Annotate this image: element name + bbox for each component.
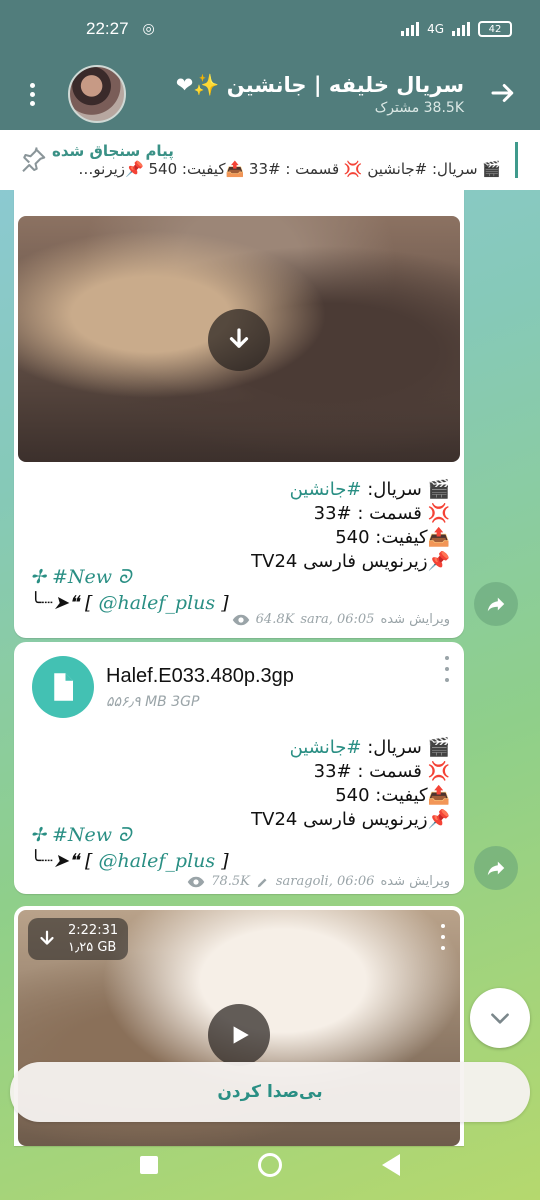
- download-icon[interactable]: [36, 928, 58, 950]
- author-time: sara, 06:05: [300, 612, 375, 627]
- message-meta: ویرایش شده sara, 06:05 64.8K: [232, 612, 450, 627]
- battery-icon: 42: [478, 21, 512, 37]
- file-icon[interactable]: [32, 656, 94, 718]
- message-meta: ویرایش شده saragoli, 06:06 78.5K: [187, 874, 450, 889]
- view-count: 64.8K: [255, 612, 295, 627]
- caption-series-label: 🎬 سریال:: [361, 737, 450, 758]
- view-count: 78.5K: [211, 874, 250, 889]
- share-arrow-icon: [487, 861, 505, 876]
- pinned-message-bar[interactable]: پیام سنجاق شده 🎬 سریال: #جانشین 💢 قسمت :…: [0, 130, 540, 190]
- status-time: 22:27: [86, 19, 129, 38]
- download-icon: [229, 328, 249, 348]
- video-info-badge[interactable]: 2:22:31 ۱٫۲۵ GB: [28, 918, 129, 960]
- eye-icon: [187, 876, 205, 887]
- caption-footer: ✢ #New ᘐ ╰┈➤❝ [ @halef_plus ]: [30, 822, 229, 874]
- edited-label: ویرایش شده: [380, 874, 450, 889]
- video-more-icon[interactable]: [438, 924, 448, 950]
- caption-handle-link[interactable]: @halef_plus: [99, 850, 216, 872]
- more-menu-icon[interactable]: [14, 70, 50, 118]
- channel-avatar[interactable]: [68, 65, 126, 123]
- channel-title-block[interactable]: سریال خلیفه | جانشین ✨❤ 38.5K مشترک: [126, 73, 526, 116]
- play-button[interactable]: [208, 1004, 270, 1066]
- video-thumbnail[interactable]: [18, 216, 460, 462]
- file-attachment[interactable]: Halef.E033.480p.3gp ۵۵۶٫۹ MB 3GP: [32, 656, 294, 718]
- eye-icon: [232, 614, 249, 625]
- pinned-preview: 🎬 سریال: #جانشین 💢 قسمت : #33 📤کیفیت: 54…: [78, 160, 501, 178]
- caption-new-tag[interactable]: ✢ #New ᘐ: [30, 564, 229, 590]
- file-size: ۵۵۶٫۹ MB 3GP: [106, 693, 200, 710]
- file-name: Halef.E033.480p.3gp: [106, 664, 294, 687]
- system-nav-bar: [0, 1130, 540, 1200]
- battery-level: 42: [488, 23, 502, 35]
- caption-series-tag[interactable]: #جانشین: [290, 479, 362, 500]
- caption-handle-prefix: ╰┈➤❝ [: [30, 850, 99, 872]
- caption-footer: ✢ #New ᘐ ╰┈➤❝ [ @halef_plus ]: [30, 564, 229, 616]
- message-caption: 🎬 سریال: #جانشین 💢 قسمت : #33 📤کیفیت: 54…: [251, 478, 450, 574]
- caption-subtitle: 📌زیرنویس فارسی TV24: [251, 809, 450, 830]
- caption-handle-prefix: ╰┈➤❝ [: [30, 592, 99, 614]
- author-time: saragoli, 06:06: [275, 874, 375, 889]
- pin-list-icon[interactable]: [14, 141, 52, 179]
- app-bar: سریال خلیفه | جانشین ✨❤ 38.5K مشترک: [0, 58, 540, 130]
- chevron-down-icon: [491, 1013, 509, 1024]
- message-video-1[interactable]: 🎬 سریال: #جانشین 💢 قسمت : #33 📤کیفیت: 54…: [14, 190, 464, 638]
- file-more-icon[interactable]: [442, 656, 452, 682]
- pinned-label: پیام سنجاق شده: [52, 142, 174, 160]
- signal-icon-2: [452, 22, 470, 36]
- caption-quality: 📤کیفیت: 540: [335, 785, 450, 806]
- download-button[interactable]: [208, 309, 270, 371]
- signature-icon: [257, 878, 267, 887]
- caption-handle-link[interactable]: @halef_plus: [99, 592, 216, 614]
- video-size: ۱٫۲۵ GB: [68, 940, 117, 955]
- network-type: 4G: [427, 22, 444, 36]
- edited-label: ویرایش شده: [380, 612, 450, 627]
- recent-apps-icon[interactable]: [140, 1156, 158, 1174]
- share-button-2[interactable]: [474, 846, 518, 890]
- video-duration: 2:22:31: [68, 923, 119, 938]
- signal-icon: [401, 22, 420, 36]
- play-icon: [233, 1026, 249, 1044]
- channel-title: سریال خلیفه | جانشین ✨❤: [175, 72, 464, 97]
- home-icon[interactable]: [258, 1153, 282, 1177]
- share-arrow-icon: [487, 597, 505, 612]
- back-nav-icon[interactable]: [382, 1154, 400, 1176]
- channel-header: 22:27 ◎ 4G 42 سریال خلیفه | جانشین ✨❤ 38…: [0, 0, 540, 130]
- caption-quality: 📤کیفیت: 540: [335, 527, 450, 548]
- caption-subtitle: 📌زیرنویس فارسی TV24: [251, 551, 450, 572]
- caption-episode: 💢 قسمت : #33: [313, 761, 450, 782]
- caption-handle-suffix: ]: [215, 592, 229, 614]
- scroll-down-button[interactable]: [470, 988, 530, 1048]
- pinned-text: پیام سنجاق شده 🎬 سریال: #جانشین 💢 قسمت :…: [52, 142, 518, 178]
- status-bar: 22:27 ◎ 4G 42: [0, 0, 540, 58]
- back-arrow-icon[interactable]: [488, 78, 518, 108]
- mute-button[interactable]: بی‌صدا کردن: [10, 1062, 530, 1122]
- app-notification-icon: ◎: [142, 21, 155, 37]
- status-icons: 4G 42: [401, 21, 512, 37]
- share-button-1[interactable]: [474, 582, 518, 626]
- caption-new-tag[interactable]: ✢ #New ᘐ: [30, 822, 229, 848]
- caption-series-label: 🎬 سریال:: [361, 479, 450, 500]
- caption-series-tag[interactable]: #جانشین: [290, 737, 362, 758]
- subscriber-count: 38.5K مشترک: [374, 99, 464, 116]
- message-file-2[interactable]: Halef.E033.480p.3gp ۵۵۶٫۹ MB 3GP 🎬 سریال…: [14, 642, 464, 894]
- caption-episode: 💢 قسمت : #33: [313, 503, 450, 524]
- caption-handle-suffix: ]: [215, 850, 229, 872]
- message-caption: 🎬 سریال: #جانشین 💢 قسمت : #33 📤کیفیت: 54…: [251, 736, 450, 832]
